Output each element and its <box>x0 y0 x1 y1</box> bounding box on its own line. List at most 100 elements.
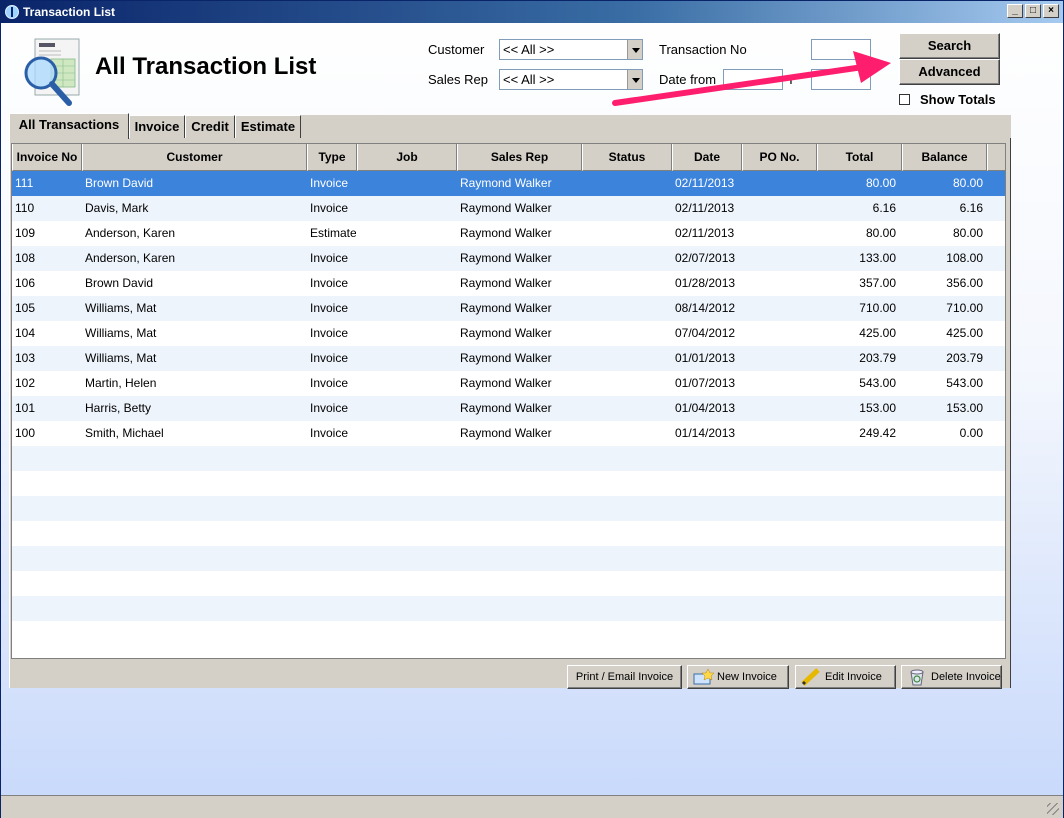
sales-rep-select[interactable]: << All >> <box>499 69 643 90</box>
col-balance[interactable]: Balance <box>902 144 987 171</box>
table-row[interactable]: 109 Anderson, Karen Estimate Raymond Walker… <box>12 221 1005 246</box>
tab-invoice[interactable]: Invoice <box>129 115 185 139</box>
cell-po-no <box>745 196 815 221</box>
tab-estimate[interactable]: Estimate <box>235 115 301 139</box>
minimize-button[interactable]: _ <box>1007 4 1023 18</box>
cell-total: 80.00 <box>865 176 896 190</box>
table-row[interactable]: 105 Williams, Mat Invoice Raymond Walker 08/… <box>12 296 1005 321</box>
transaction-no-input[interactable] <box>811 39 871 60</box>
cell-balance: 108.00 <box>946 251 983 265</box>
cell-balance: 153.00 <box>946 401 983 415</box>
cell-invoice-no: 110 <box>15 201 35 215</box>
cell-po-no <box>745 221 815 246</box>
cell-customer: Martin, Helen <box>85 376 157 390</box>
col-customer[interactable]: Customer <box>82 144 307 171</box>
cell-date: 01/01/2013 <box>675 351 736 365</box>
cell-status <box>585 371 671 396</box>
pencil-icon <box>801 668 820 686</box>
cell-job <box>360 271 456 296</box>
table-row[interactable]: 102 Martin, Helen Invoice Raymond Walker 01/… <box>12 371 1005 396</box>
chevron-down-icon[interactable] <box>627 70 642 89</box>
cell-total: 425.00 <box>859 326 896 340</box>
cell-invoice-no: 104 <box>15 326 36 340</box>
cell-sales-rep: Raymond Walker <box>460 376 552 390</box>
cell-total: 203.79 <box>859 351 896 365</box>
table-row[interactable]: 106 Brown David Invoice Raymond Walker 01/28… <box>12 271 1005 296</box>
cell-total: 133.00 <box>859 251 896 265</box>
table-row[interactable]: 101 Harris, Betty Invoice Raymond Walker 01/… <box>12 396 1005 421</box>
chevron-down-icon[interactable] <box>627 40 642 59</box>
col-type[interactable]: Type <box>307 144 357 171</box>
tab-all-transactions[interactable]: All Transactions <box>9 113 129 139</box>
sales-rep-label: Sales Rep <box>428 72 488 87</box>
cell-job <box>360 246 456 271</box>
col-sales-rep[interactable]: Sales Rep <box>457 144 582 171</box>
cell-balance: 80.00 <box>952 226 983 240</box>
show-totals-checkbox[interactable] <box>899 94 910 105</box>
search-button[interactable]: Search <box>899 33 1000 59</box>
cell-date: 02/11/2013 <box>675 201 735 215</box>
date-to-label: T <box>787 72 795 87</box>
cell-sales-rep: Raymond Walker <box>460 251 552 265</box>
table-row[interactable]: 111 Brown David Invoice Raymond Walker 02/11… <box>12 171 1005 196</box>
cell-invoice-no: 103 <box>15 351 36 365</box>
page-title: All Transaction List <box>95 53 317 80</box>
print-email-invoice-button[interactable]: Print / Email Invoice <box>567 665 682 689</box>
cell-sales-rep: Raymond Walker <box>460 351 552 365</box>
cell-type: Invoice <box>310 276 349 290</box>
new-invoice-button[interactable]: New Invoice <box>687 665 789 689</box>
table-row[interactable]: 100 Smith, Michael Invoice Raymond Walker 01… <box>12 421 1005 446</box>
print-email-invoice-label: Print / Email Invoice <box>575 671 674 683</box>
table-row[interactable]: 104 Williams, Mat Invoice Raymond Walker 07/… <box>12 321 1005 346</box>
col-invoice-no[interactable]: Invoice No <box>12 144 82 171</box>
cell-job <box>360 221 456 246</box>
cell-balance: 710.00 <box>946 301 983 315</box>
cell-customer: Smith, Michael <box>85 426 164 440</box>
table-row[interactable]: 110 Davis, Mark Invoice Raymond Walker 02/11… <box>12 196 1005 221</box>
invoice-search-icon <box>24 38 80 106</box>
col-total[interactable]: Total <box>817 144 902 171</box>
recycle-bin-icon <box>910 669 924 686</box>
col-job[interactable]: Job <box>357 144 457 171</box>
cell-type: Invoice <box>310 326 349 340</box>
cell-job <box>360 421 456 446</box>
cell-balance: 425.00 <box>946 326 983 340</box>
cell-total: 6.16 <box>872 201 896 215</box>
tab-credit[interactable]: Credit <box>185 115 235 139</box>
customer-label: Customer <box>428 42 485 57</box>
cell-status <box>585 196 671 221</box>
cell-type: Invoice <box>310 301 349 315</box>
cell-type: Invoice <box>310 426 349 440</box>
col-po-no[interactable]: PO No. <box>742 144 817 171</box>
date-to-input[interactable] <box>811 69 871 90</box>
resize-grip-icon[interactable] <box>1047 803 1059 815</box>
show-totals-label[interactable]: Show Totals <box>920 92 996 107</box>
col-status[interactable]: Status <box>582 144 672 171</box>
table-row[interactable]: 103 Williams, Mat Invoice Raymond Walker 01/… <box>12 346 1005 371</box>
title-bar[interactable]: Transaction List _ □ × <box>1 1 1063 23</box>
cell-date: 01/04/2013 <box>675 401 736 415</box>
cell-po-no <box>745 421 815 446</box>
edit-invoice-button[interactable]: Edit Invoice <box>795 665 896 689</box>
cell-status <box>585 396 671 421</box>
cell-date: 08/14/2012 <box>675 301 736 315</box>
col-date[interactable]: Date <box>672 144 742 171</box>
maximize-button[interactable]: □ <box>1025 4 1041 18</box>
close-button[interactable]: × <box>1043 4 1059 18</box>
customer-select[interactable]: << All >> <box>499 39 643 60</box>
cell-po-no <box>745 346 815 371</box>
date-from-input[interactable] <box>723 69 783 90</box>
transaction-list-window: Transaction List _ □ × All Transaction L… <box>0 0 1064 818</box>
cell-invoice-no: 105 <box>15 301 36 315</box>
advanced-button[interactable]: Advanced <box>899 59 1000 85</box>
table-row-empty <box>12 521 1005 546</box>
cell-po-no <box>745 321 815 346</box>
cell-balance: 203.79 <box>946 351 983 365</box>
table-row-empty <box>12 621 1005 646</box>
table-row-empty <box>12 471 1005 496</box>
cell-job <box>360 321 456 346</box>
delete-invoice-button[interactable]: Delete Invoice <box>901 665 1002 689</box>
transaction-no-label: Transaction No <box>659 42 747 57</box>
table-row[interactable]: 108 Anderson, Karen Invoice Raymond Walker 0… <box>12 246 1005 271</box>
cell-customer: Williams, Mat <box>85 301 157 315</box>
